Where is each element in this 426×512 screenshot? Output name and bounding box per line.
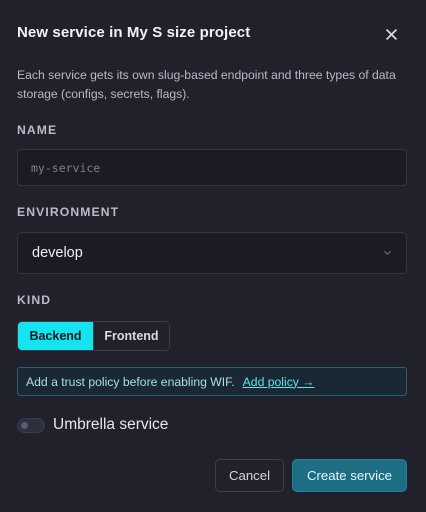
trust-policy-notice: Add a trust policy before enabling WIF. … bbox=[17, 367, 407, 396]
chevron-down-icon bbox=[384, 251, 391, 255]
umbrella-toggle[interactable] bbox=[17, 418, 45, 433]
kind-option-frontend[interactable]: Frontend bbox=[93, 322, 169, 350]
toggle-knob bbox=[21, 422, 28, 429]
kind-label: KIND bbox=[17, 293, 52, 307]
name-label: NAME bbox=[17, 123, 58, 137]
notice-text: Add a trust policy before enabling WIF. bbox=[26, 374, 235, 389]
close-icon bbox=[385, 28, 397, 40]
new-service-dialog: New service in My S size project Each se… bbox=[0, 0, 426, 512]
cancel-button[interactable]: Cancel bbox=[215, 459, 284, 492]
kind-segmented-control: Backend Frontend bbox=[17, 321, 170, 351]
kind-option-backend[interactable]: Backend bbox=[18, 322, 93, 350]
dialog-description: Each service gets its own slug-based end… bbox=[17, 68, 396, 101]
environment-select[interactable]: develop bbox=[17, 232, 407, 274]
environment-selected-value: develop bbox=[32, 245, 83, 261]
environment-label: ENVIRONMENT bbox=[17, 205, 120, 219]
service-name-input[interactable] bbox=[17, 149, 407, 186]
add-policy-link[interactable]: Add policy → bbox=[243, 375, 315, 389]
dialog-title: New service in My S size project bbox=[17, 24, 251, 41]
close-button[interactable] bbox=[378, 22, 404, 46]
create-service-button[interactable]: Create service bbox=[292, 459, 407, 492]
umbrella-toggle-label: Umbrella service bbox=[53, 416, 169, 433]
